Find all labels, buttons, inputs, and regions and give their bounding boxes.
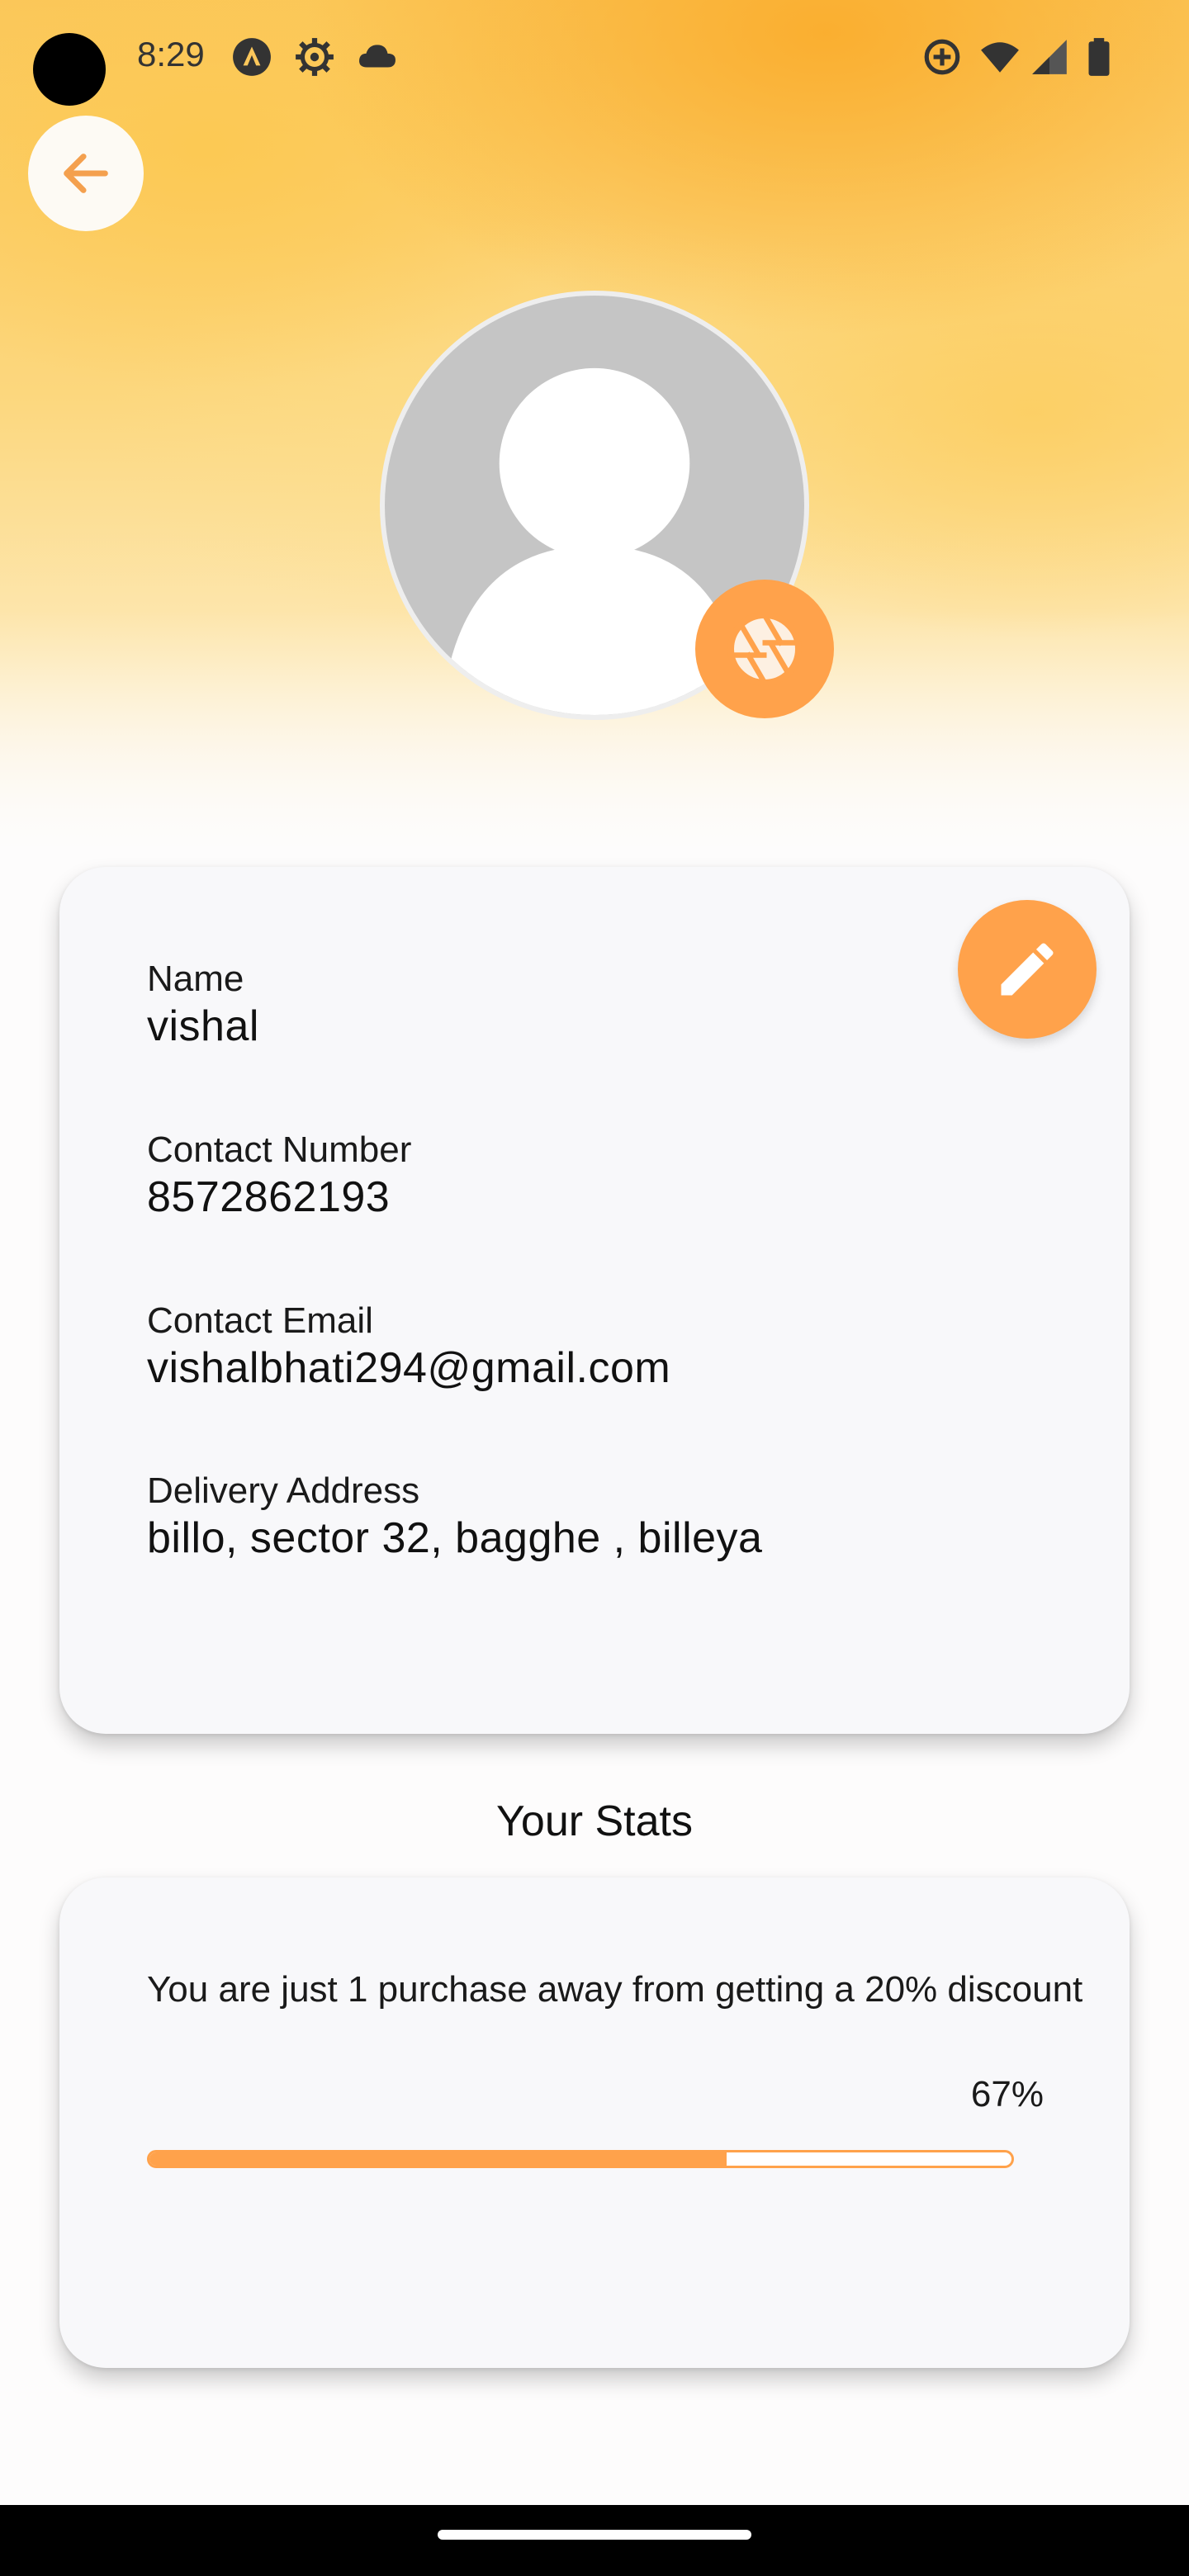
delivery-address-label: Delivery Address [147, 1470, 420, 1511]
discount-progress-bar [147, 2150, 1014, 2168]
stats-card: You are just 1 purchase away from gettin… [59, 1878, 1130, 2368]
contact-number-field: Contact Number 8572862193 [147, 1129, 411, 1223]
delivery-address-field: Delivery Address billo, sector 32, baggh… [147, 1470, 762, 1564]
contact-email-label: Contact Email [147, 1300, 373, 1341]
profile-info-card: Name vishal Contact Number 8572862193 Co… [59, 867, 1130, 1734]
contact-email-field: Contact Email vishalbhati294@gmail.com [147, 1300, 670, 1394]
system-navigation-bar [0, 2505, 1189, 2576]
stats-section-title: Your Stats [495, 1797, 693, 1845]
discount-progress-message: You are just 1 purchase away from gettin… [147, 1969, 1083, 2010]
back-button[interactable] [28, 116, 144, 231]
contact-email-value: vishalbhati294@gmail.com [147, 1344, 671, 1392]
status-bar: 8:29 [0, 0, 1189, 116]
camera-aperture-icon [727, 612, 802, 686]
edit-profile-button[interactable] [958, 900, 1097, 1039]
status-time: 8:29 [137, 35, 205, 73]
pencil-icon [1001, 943, 1054, 996]
arrow-left-icon [64, 154, 108, 193]
name-field: Name vishal [147, 958, 259, 1052]
name-value: vishal [147, 1002, 259, 1050]
progress-bar-fill [149, 2152, 727, 2166]
progress-percent-label: 67% [970, 2074, 1044, 2114]
name-label: Name [147, 959, 244, 999]
cell-signal-icon [1029, 36, 1070, 78]
android-auto-icon [231, 36, 272, 78]
delivery-address-value: billo, sector 32, bagghe , billeya [147, 1514, 763, 1562]
data-saver-icon [921, 36, 963, 78]
cloud-icon [357, 36, 398, 78]
front-camera-cutout [33, 33, 106, 106]
settings-gear-icon [294, 36, 335, 78]
change-photo-button[interactable] [695, 580, 834, 718]
wifi-icon [979, 36, 1021, 78]
battery-icon [1078, 36, 1120, 78]
contact-number-label: Contact Number [147, 1129, 412, 1170]
contact-number-value: 8572862193 [147, 1173, 391, 1221]
home-gesture-handle[interactable] [438, 2530, 751, 2540]
